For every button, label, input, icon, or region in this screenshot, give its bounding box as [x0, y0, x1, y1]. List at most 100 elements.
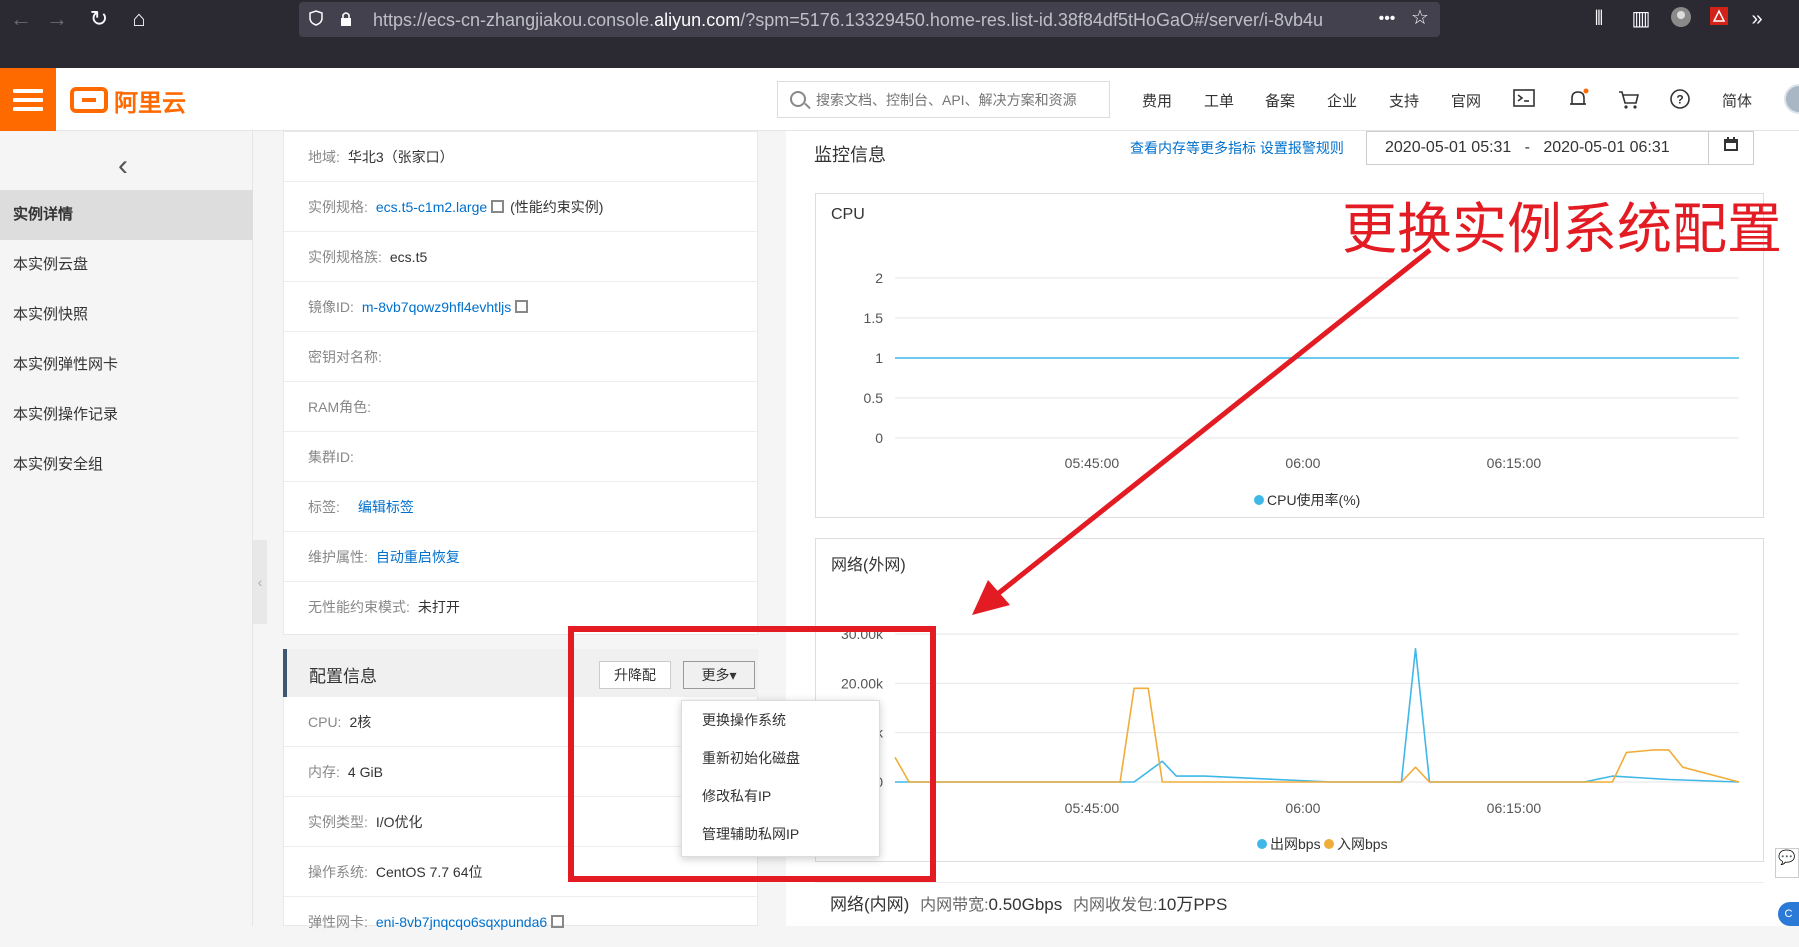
- region-value: 华北3（张家口）: [347, 149, 454, 165]
- region-label: 地域:: [308, 149, 340, 165]
- page-actions-icon[interactable]: •••: [1374, 6, 1400, 32]
- eni-label: 弹性网卡:: [308, 914, 368, 930]
- terminal-icon[interactable]: [1512, 88, 1536, 112]
- spec-note: (性能约束实例): [510, 199, 604, 215]
- notification-bell-icon[interactable]: [1566, 88, 1590, 112]
- unlimited-row: 无性能约束模式: 未打开: [284, 582, 759, 632]
- search-input[interactable]: [816, 88, 1101, 112]
- reload-icon[interactable]: ↻: [82, 4, 116, 34]
- x-tick-label: 06:00: [1285, 800, 1320, 816]
- intranet-title: 网络(内网): [830, 895, 910, 914]
- family-row: 实例规格族: ecs.t5: [284, 232, 759, 282]
- type-label: 实例类型:: [308, 814, 368, 830]
- annotation-arrow: [972, 248, 1432, 615]
- nav-enterprise[interactable]: 企业: [1327, 90, 1357, 111]
- aliyun-logo[interactable]: 阿里云: [70, 86, 186, 117]
- avatar[interactable]: [1784, 84, 1799, 114]
- maintenance-row: 维护属性: 自动重启恢复: [284, 532, 759, 582]
- cpu-value: 2核: [349, 714, 372, 730]
- calendar-icon[interactable]: [1709, 131, 1754, 165]
- library-icon[interactable]: ⫴: [1586, 6, 1612, 32]
- help-icon[interactable]: ?: [1668, 88, 1692, 112]
- back-arrow-icon[interactable]: ←: [4, 4, 38, 34]
- ram-label: RAM角色:: [308, 399, 371, 415]
- x-tick-label: 05:45:00: [1065, 800, 1120, 816]
- language-switch[interactable]: 简体: [1722, 90, 1752, 111]
- cpu-label: CPU:: [308, 714, 342, 730]
- memory-value: 4 GiB: [347, 764, 383, 780]
- search-box[interactable]: [777, 81, 1110, 118]
- profile-icon[interactable]: [1668, 6, 1694, 32]
- os-value: CentOS 7.7 64位: [375, 864, 483, 880]
- config-title: 配置信息: [309, 667, 377, 686]
- sidebar-item-eni[interactable]: 本实例弹性网卡: [0, 340, 253, 390]
- cart-icon[interactable]: [1617, 88, 1641, 112]
- legend-label: 入网bps: [1337, 836, 1388, 852]
- back-chevron-icon[interactable]: ‹: [118, 149, 128, 183]
- image-link[interactable]: m-8vb7qowz9hfl4evhtljs: [362, 299, 511, 315]
- nav-official-site[interactable]: 官网: [1451, 90, 1481, 111]
- intranet-summary: 网络(内网) 内网带宽:0.50Gbps 内网收发包:10万PPS: [815, 882, 1764, 926]
- sidebar-item-operation-log[interactable]: 本实例操作记录: [0, 390, 253, 440]
- ram-row: RAM角色:: [284, 382, 759, 432]
- home-icon[interactable]: ⌂: [122, 4, 156, 34]
- monitor-title: 监控信息: [814, 145, 886, 165]
- intranet-pps-value: 10万PPS: [1157, 895, 1228, 914]
- y-tick-label: 0: [875, 430, 883, 446]
- nav-icp[interactable]: 备案: [1265, 90, 1295, 111]
- monitor-links[interactable]: 查看内存等更多指标 设置报警规则: [1130, 138, 1344, 158]
- copy-icon[interactable]: [491, 200, 505, 213]
- legend-label: 出网bps: [1270, 836, 1321, 852]
- image-row: 镜像ID: m-8vb7qowz9hfl4evhtljs: [284, 282, 759, 332]
- nav-tickets[interactable]: 工单: [1204, 90, 1234, 111]
- edit-tags-link[interactable]: 编辑标签: [358, 499, 414, 515]
- maintenance-link[interactable]: 自动重启恢复: [376, 549, 460, 565]
- x-tick-label: 06:15:00: [1487, 800, 1542, 816]
- hamburger-menu-icon[interactable]: [0, 68, 56, 131]
- spec-link[interactable]: ecs.t5-c1m2.large: [376, 199, 487, 215]
- sidebar: ‹ 实例详情 本实例云盘 本实例快照 本实例弹性网卡 本实例操作记录 本实例安全…: [0, 131, 253, 926]
- logo-text: 阿里云: [114, 89, 186, 117]
- intranet-pps-label: 内网收发包:: [1072, 897, 1158, 914]
- url-bar[interactable]: https://ecs-cn-zhangjiakou.console.aliyu…: [299, 2, 1440, 37]
- bookmark-star-icon[interactable]: ☆: [1407, 5, 1433, 31]
- annotation-highlight-box: [568, 626, 936, 882]
- legend-marker: [1324, 839, 1334, 849]
- copy-icon[interactable]: [551, 915, 565, 928]
- nav-fees[interactable]: 费用: [1142, 90, 1172, 111]
- sidebar-item-snapshots[interactable]: 本实例快照: [0, 290, 253, 340]
- nav-support[interactable]: 支持: [1389, 90, 1419, 111]
- search-icon: [790, 91, 806, 107]
- collapse-handle[interactable]: ‹: [253, 540, 267, 624]
- overflow-menu-icon[interactable]: »: [1744, 6, 1770, 32]
- spec-label: 实例规格:: [308, 199, 368, 215]
- spec-row: 实例规格: ecs.t5-c1m2.large (性能约束实例): [284, 182, 759, 232]
- date-range-picker[interactable]: 2020-05-01 05:31 - 2020-05-01 06:31: [1366, 131, 1709, 165]
- maintenance-label: 维护属性:: [308, 549, 368, 565]
- pdf-extension-icon[interactable]: [1706, 6, 1732, 32]
- sidebar-item-instance-detail[interactable]: 实例详情: [0, 190, 253, 240]
- feedback-badge[interactable]: C: [1778, 902, 1799, 926]
- eni-link[interactable]: eni-8vb7jnqcqo6sqxpunda6: [376, 914, 547, 930]
- shield-icon: [309, 10, 323, 26]
- family-value: ecs.t5: [389, 249, 428, 265]
- url-text: https://ecs-cn-zhangjiakou.console.aliyu…: [373, 10, 1324, 30]
- copy-icon[interactable]: [515, 300, 529, 313]
- chat-icon[interactable]: 💬: [1775, 848, 1799, 878]
- sidebar-toggle-icon[interactable]: ▥: [1628, 6, 1654, 32]
- keypair-label: 密钥对名称:: [308, 349, 382, 365]
- svg-text:?: ?: [1676, 93, 1683, 107]
- forward-arrow-icon[interactable]: →: [40, 4, 74, 34]
- type-value: I/O优化: [375, 814, 423, 830]
- console-header: 阿里云 费用 工单 备案 企业 支持 官网 ? 简体: [0, 68, 1799, 131]
- keypair-row: 密钥对名称:: [284, 332, 759, 382]
- intranet-bw-value: 0.50Gbps: [988, 895, 1063, 914]
- date-end: 2020-05-01 06:31: [1543, 139, 1670, 156]
- sidebar-item-disks[interactable]: 本实例云盘: [0, 240, 253, 290]
- sidebar-item-security-group[interactable]: 本实例安全组: [0, 440, 253, 490]
- y-tick-label: 1: [875, 350, 883, 366]
- y-tick-label: 1.5: [864, 310, 884, 326]
- eni-row: 弹性网卡: eni-8vb7jnqcqo6sqxpunda6: [284, 897, 759, 947]
- unlimited-label: 无性能约束模式:: [308, 599, 410, 615]
- y-tick-label: 0.5: [864, 390, 884, 406]
